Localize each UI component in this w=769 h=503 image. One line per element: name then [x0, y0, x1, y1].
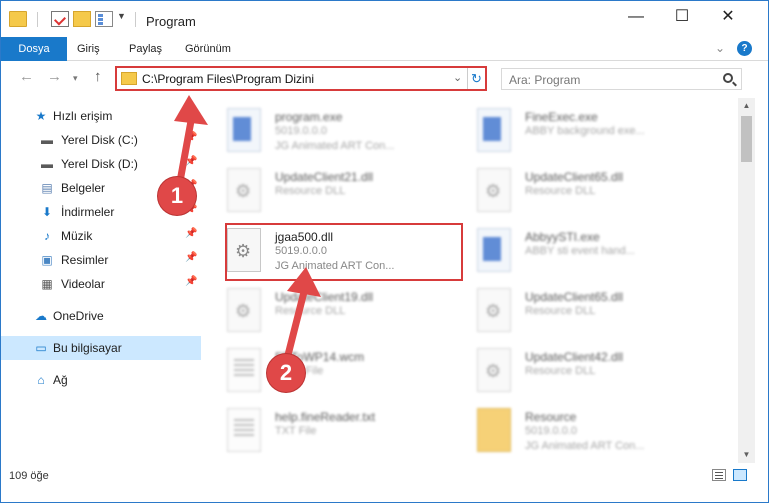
step-1-badge: 1: [158, 177, 196, 215]
explorer-window: ▼ Program — ☐ ✕ Dosya Giriş Paylaş Görün…: [0, 0, 769, 503]
annotation-arrows: [174, 95, 321, 363]
arrow-2-head: [287, 267, 321, 297]
step-2-badge: 2: [267, 354, 305, 392]
arrow-2-shaft: [283, 288, 308, 363]
arrow-1-head: [174, 95, 208, 125]
